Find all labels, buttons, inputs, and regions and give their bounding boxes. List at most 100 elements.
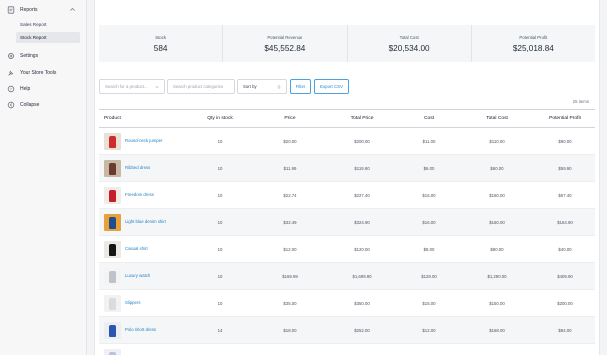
column-header[interactable]: Cost	[399, 116, 459, 121]
table-header: Product Qty in stock Price Total Price C…	[99, 110, 595, 128]
column-header[interactable]: Potential Profit	[535, 116, 595, 121]
total-price-cell: $120.00	[354, 246, 370, 252]
profit-cell: $40.00	[558, 246, 572, 252]
sidebar-item-help[interactable]: ? Help	[7, 82, 82, 95]
product-figure	[109, 270, 116, 283]
cost-cell: $129.00	[421, 273, 437, 279]
product-link[interactable]: Casual shirt	[125, 246, 173, 252]
column-header[interactable]: Total Cost	[459, 116, 535, 121]
product-figure	[109, 216, 116, 229]
product-cell: Freedom dress	[99, 186, 185, 204]
product-cell: Light blue denim shirt	[99, 213, 185, 231]
product-cell: Round-neck jumper	[99, 132, 185, 150]
total-price-cell: $227.40	[354, 192, 370, 198]
cost-cell: $6.00	[423, 165, 435, 171]
sort-arrows-icon	[277, 85, 281, 89]
reports-icon	[7, 5, 15, 14]
product-thumbnail	[104, 132, 121, 150]
column-header[interactable]: Product	[99, 116, 185, 121]
total-cost-cell: $60.00	[490, 165, 504, 171]
table-row: Luxury watch 10 $169.99 $1,699.90 $129.00 $1,…	[99, 263, 595, 290]
price-cell: $22.74	[283, 192, 297, 198]
store-tools-icon	[7, 69, 15, 77]
column-header[interactable]: Price	[255, 116, 325, 121]
product-cell: Slippers	[99, 294, 185, 312]
total-cost-cell: $168.00	[489, 327, 505, 333]
stat-potential-profit: Potential Profit $25,018.84	[472, 25, 595, 62]
items-count: 25 items	[572, 99, 589, 104]
chevron-up-icon[interactable]	[69, 6, 76, 13]
profit-cell: $84.00	[558, 327, 572, 333]
total-cost-cell: $160.00	[489, 219, 505, 225]
sort-select[interactable]: Sort by	[237, 79, 287, 94]
column-header[interactable]: Qty in stock	[185, 116, 255, 121]
gear-icon	[7, 52, 15, 60]
filter-bar: Search for a product... Search product c…	[99, 79, 595, 94]
product-cell	[99, 348, 185, 355]
svg-text:?: ?	[10, 87, 12, 91]
product-link[interactable]: Round-neck jumper	[125, 138, 173, 144]
product-thumbnail	[104, 240, 121, 258]
main-area: Stock 584 Potential Revenue $45,552.84 T…	[87, 0, 607, 355]
help-icon: ?	[7, 85, 15, 93]
table-row: Freedom dress 10 $22.74 $227.40 $16.00 $160.0…	[99, 182, 595, 209]
total-price-cell: $252.00	[354, 327, 370, 333]
product-link[interactable]: Ribbed dress	[125, 165, 173, 171]
sidebar-item-stock-report[interactable]: Stock Report	[16, 32, 80, 43]
product-link[interactable]: Polo short dress	[125, 327, 173, 333]
summary-stats: Stock 584 Potential Revenue $45,552.84 T…	[99, 25, 595, 62]
category-search-input[interactable]: Search product categories	[167, 79, 235, 94]
qty-cell: 10	[217, 138, 223, 144]
sidebar-item-collapse[interactable]: Collapse	[7, 98, 82, 111]
product-thumbnail	[104, 348, 121, 355]
scrollbar[interactable]	[601, 0, 607, 355]
table-row: Polo short dress 14 $18.00 $252.00 $12.00 $16…	[99, 317, 595, 344]
product-search-input[interactable]: Search for a product...	[99, 79, 165, 94]
table-row: Slippers 10 $35.00 $350.00 $15.00 $150.00 $200…	[99, 290, 595, 317]
product-link[interactable]: Light blue denim shirt	[125, 219, 173, 225]
product-figure	[109, 162, 116, 175]
product-link[interactable]: Slippers	[125, 300, 173, 306]
filter-button[interactable]: Filter	[290, 79, 311, 94]
product-link[interactable]: Luxury watch	[125, 273, 173, 279]
product-thumbnail	[104, 294, 121, 312]
price-cell: $20.00	[283, 138, 297, 144]
stat-value: $25,018.84	[512, 43, 554, 53]
total-cost-cell: $1,290.00	[487, 273, 507, 279]
sidebar-item-store-tools[interactable]: Your Store Tools	[7, 66, 82, 79]
total-cost-cell: $80.00	[490, 246, 504, 252]
qty-cell: 10	[217, 192, 223, 198]
profit-cell: $409.90	[557, 273, 573, 279]
product-figure	[109, 243, 116, 256]
price-cell: $18.00	[283, 327, 297, 333]
sidebar-item-label: Help	[20, 85, 31, 92]
product-cell: Polo short dress	[99, 321, 185, 339]
sidebar-item-settings[interactable]: Settings	[7, 49, 82, 62]
profit-cell: $67.40	[558, 192, 572, 198]
qty-cell: 10	[217, 165, 223, 171]
price-cell: $32.49	[283, 219, 297, 225]
chevron-down-icon	[155, 86, 159, 88]
product-figure	[109, 351, 116, 355]
total-price-cell: $1,699.90	[352, 273, 372, 279]
product-search-placeholder: Search for a product...	[105, 84, 148, 89]
sidebar-item-reports[interactable]: Reports	[7, 3, 82, 16]
qty-cell: 10	[217, 273, 223, 279]
sidebar-item-label: Settings	[20, 52, 39, 59]
sidebar-sub-label: Sales Report	[20, 22, 47, 27]
sidebar-item-sales-report[interactable]: Sales Report	[16, 19, 80, 30]
qty-cell: 10	[217, 300, 223, 306]
stat-label: Potential Profit	[519, 34, 548, 40]
export-csv-button[interactable]: Export CSV	[314, 79, 349, 94]
table-row: Casual shirt 10 $12.00 $120.00 $8.00 $80.00 $4…	[99, 236, 595, 263]
product-thumbnail	[104, 321, 121, 339]
stat-label: Stock	[155, 34, 166, 40]
column-header[interactable]: Total Price	[325, 116, 399, 121]
stat-stock: Stock 584	[99, 25, 224, 62]
total-cost-cell: $150.00	[489, 300, 505, 306]
table-row	[99, 344, 595, 355]
product-link[interactable]: Freedom dress	[125, 192, 173, 198]
price-cell: $35.00	[283, 300, 297, 306]
product-figure	[109, 189, 116, 202]
price-cell: $12.00	[283, 246, 297, 252]
